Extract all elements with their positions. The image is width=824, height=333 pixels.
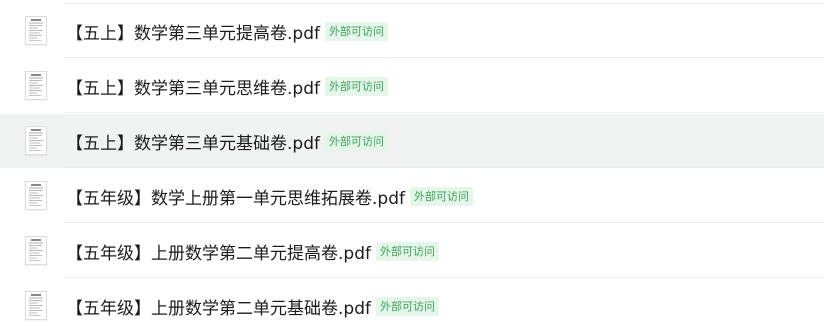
file-name-link[interactable]: 【五年级】上册数学第二单元基础卷.pdf (66, 294, 371, 319)
pdf-document-icon[interactable] (25, 291, 47, 320)
divider (64, 277, 824, 278)
pdf-document-icon[interactable] (25, 181, 47, 210)
file-name-link[interactable]: 【五上】数学第三单元提高卷.pdf (66, 19, 320, 44)
divider (64, 222, 824, 223)
file-name-line: 【五年级】上册数学第二单元提高卷.pdf 外部可访问 (66, 239, 439, 264)
file-name-line: 【五上】数学第三单元思维卷.pdf 外部可访问 (66, 74, 388, 99)
pdf-document-icon[interactable] (25, 236, 47, 265)
file-list: 【五上】数学第三单元提高卷.pdf 外部可访问 【五上】数学第三单元思维卷.pd… (0, 0, 824, 332)
external-access-badge: 外部可访问 (324, 131, 388, 151)
file-row[interactable]: 【五上】数学第三单元提高卷.pdf 外部可访问 (0, 4, 824, 58)
file-name-link[interactable]: 【五上】数学第三单元思维卷.pdf (66, 74, 320, 99)
file-name-line: 【五年级】上册数学第二单元基础卷.pdf 外部可访问 (66, 294, 439, 319)
file-row[interactable]: 【五年级】上册数学第二单元提高卷.pdf 外部可访问 (0, 224, 824, 278)
file-row[interactable]: 【五年级】上册数学第二单元基础卷.pdf 外部可访问 (0, 279, 824, 333)
file-row[interactable]: 【五上】数学第三单元思维卷.pdf 外部可访问 (0, 59, 824, 113)
external-access-badge: 外部可访问 (375, 296, 439, 316)
file-name-line: 【五上】数学第三单元提高卷.pdf 外部可访问 (66, 19, 388, 44)
divider (64, 57, 824, 58)
file-row[interactable]: 【五年级】数学上册第一单元思维拓展卷.pdf 外部可访问 (0, 169, 824, 223)
external-access-badge: 外部可访问 (324, 21, 388, 41)
file-name-link[interactable]: 【五年级】上册数学第二单元提高卷.pdf (66, 239, 371, 264)
pdf-document-icon[interactable] (25, 126, 47, 155)
file-name-link[interactable]: 【五上】数学第三单元基础卷.pdf (66, 129, 320, 154)
external-access-badge: 外部可访问 (375, 241, 439, 261)
pdf-document-icon[interactable] (25, 16, 47, 45)
file-name-line: 【五上】数学第三单元基础卷.pdf 外部可访问 (66, 129, 388, 154)
external-access-badge: 外部可访问 (324, 76, 388, 96)
file-name-link[interactable]: 【五年级】数学上册第一单元思维拓展卷.pdf (66, 184, 405, 209)
file-row[interactable]: 【五上】数学第三单元基础卷.pdf 外部可访问 (0, 114, 824, 168)
file-name-line: 【五年级】数学上册第一单元思维拓展卷.pdf 外部可访问 (66, 184, 473, 209)
divider (64, 167, 824, 168)
external-access-badge: 外部可访问 (409, 186, 473, 206)
pdf-document-icon[interactable] (25, 71, 47, 100)
divider (64, 112, 824, 113)
